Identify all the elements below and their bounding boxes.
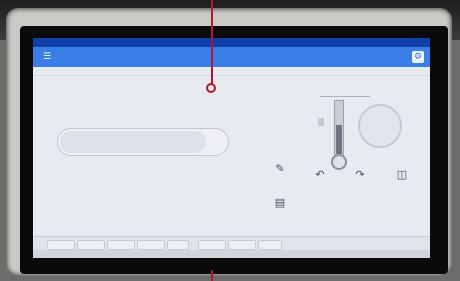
vertical-gauge-fill (336, 125, 342, 154)
tab-2[interactable] (77, 240, 105, 250)
gauge-marker (318, 118, 324, 126)
pen-icon[interactable]: ✎ (273, 162, 287, 176)
redo-icon[interactable]: ↷ (353, 168, 367, 182)
tab-1[interactable] (47, 240, 75, 250)
level-bar-fill (60, 131, 206, 153)
bottom-tabbar (33, 236, 430, 251)
menu-icon[interactable]: ☰ (41, 51, 53, 63)
tab-5[interactable] (167, 240, 189, 250)
undo-icon[interactable]: ↶ (313, 168, 327, 182)
level-bar[interactable] (57, 128, 229, 156)
vertical-gauge[interactable] (334, 100, 344, 156)
app-header: ☰ ⚙ (33, 47, 430, 67)
gauge-frame (320, 96, 370, 107)
tablet-screen: ☰ ⚙ ✎ ▤ ↶ ↷ ◫ (33, 38, 430, 258)
tab-3[interactable] (107, 240, 135, 250)
document-icon[interactable]: ▤ (273, 196, 287, 210)
cable-end (206, 83, 216, 93)
tab-8[interactable] (258, 240, 282, 250)
window-titlebar (33, 38, 430, 47)
round-control-button[interactable] (358, 104, 402, 148)
status-bar (33, 250, 430, 258)
tab-4[interactable] (137, 240, 165, 250)
tab-7[interactable] (228, 240, 256, 250)
cable-bottom (211, 270, 213, 281)
folder-icon[interactable]: ◫ (395, 168, 409, 182)
gauge-knob[interactable] (331, 154, 347, 170)
gear-icon[interactable]: ⚙ (412, 51, 424, 63)
tab-6[interactable] (198, 240, 226, 250)
cable-top (211, 0, 213, 88)
header-divider (33, 75, 430, 76)
